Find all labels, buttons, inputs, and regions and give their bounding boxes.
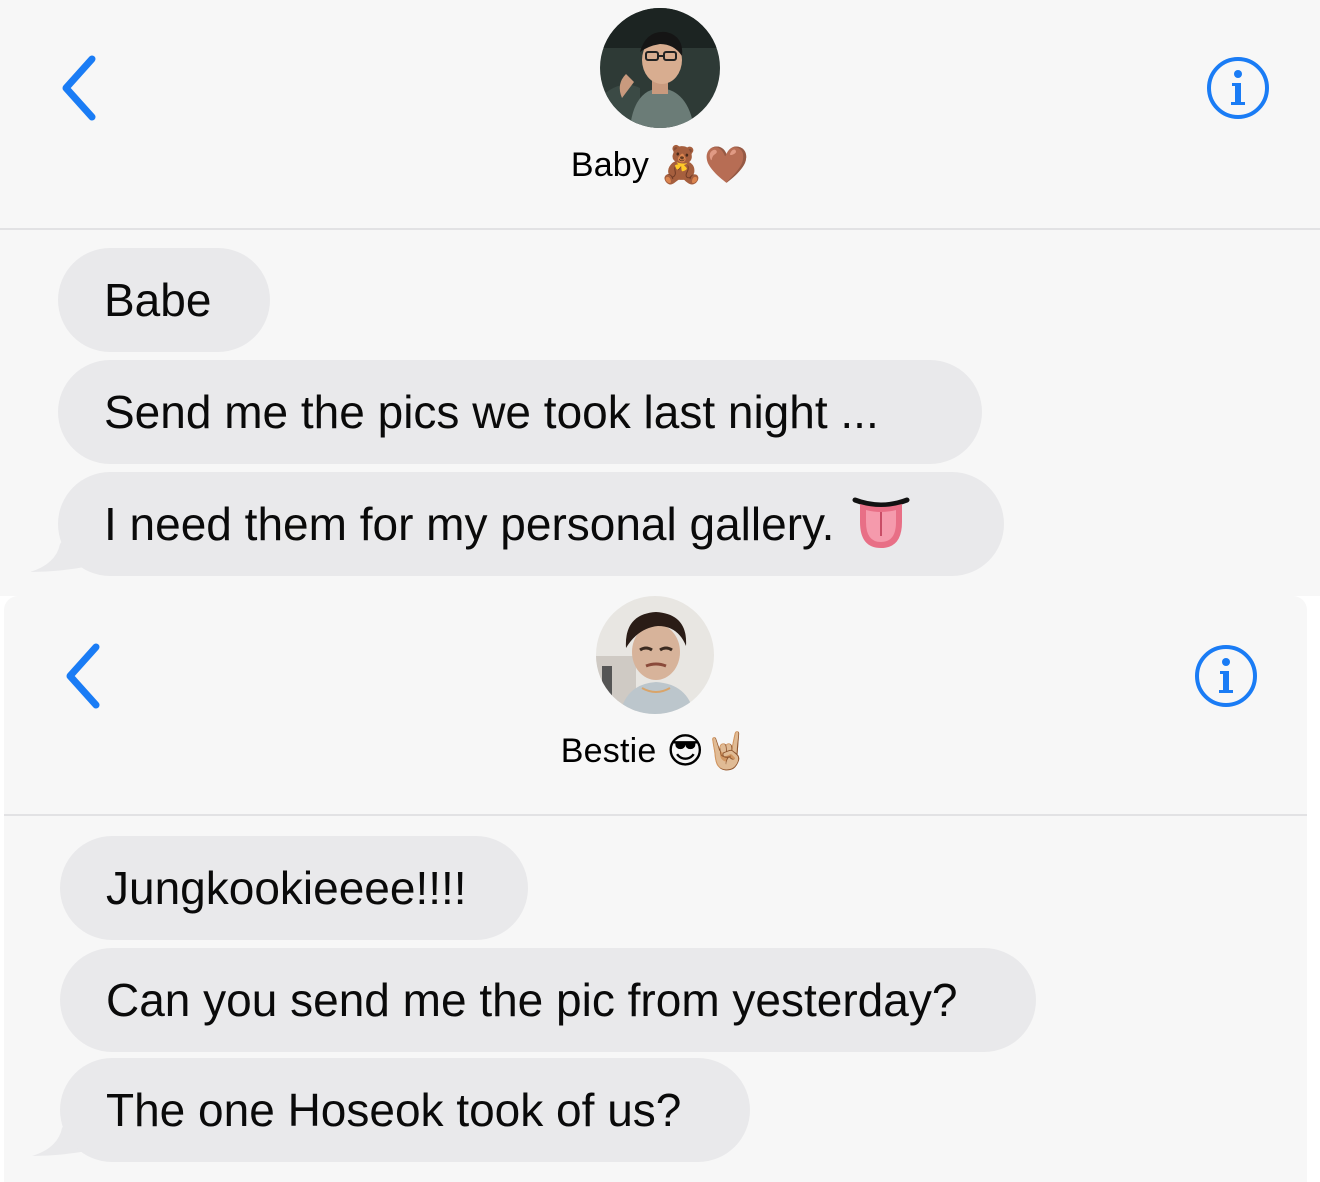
tongue-emoji (852, 496, 910, 552)
message-bubble[interactable]: Babe (58, 248, 270, 352)
info-button[interactable] (1194, 644, 1258, 708)
message-bubble[interactable]: Send me the pics we took last night ... (58, 360, 982, 464)
chevron-left-icon (62, 55, 96, 121)
contact-avatar[interactable] (596, 596, 714, 714)
message-bubble[interactable]: Jungkookieeee!!!! (60, 836, 528, 940)
message-text: The one Hoseok took of us? (106, 1084, 682, 1136)
back-button[interactable] (48, 48, 108, 128)
back-button[interactable] (52, 636, 112, 716)
conversation-panel-baby: Baby 🧸🤎 Babe Send me the pics we took la… (0, 0, 1320, 596)
message-text: Can you send me the pic from yesterday? (106, 974, 958, 1026)
tongue-face-icon (852, 497, 910, 548)
contact-avatar[interactable] (600, 8, 720, 128)
message-text: Babe (104, 274, 212, 326)
contact-name[interactable]: Bestie 😎🤘🏼 (524, 726, 786, 776)
contact-name-text: Bestie (560, 731, 657, 770)
contact-emoji: 😎🤘🏼 (666, 731, 750, 772)
contact-name[interactable]: Baby 🧸🤎 (540, 140, 780, 190)
message-text: Send me the pics we took last night ... (104, 386, 879, 438)
message-text: Jungkookieeee!!!! (106, 862, 467, 914)
contact-emoji: 🧸🤎 (659, 145, 750, 186)
header-divider (4, 814, 1307, 816)
contact-name-text: Baby (570, 145, 650, 184)
message-bubble[interactable]: I need them for my personal gallery. (58, 472, 1004, 576)
avatar-photo (600, 8, 720, 128)
chevron-left-icon (66, 643, 100, 709)
info-circle-icon (1195, 645, 1257, 707)
avatar-photo (596, 596, 714, 714)
info-circle-icon (1207, 57, 1269, 119)
header-divider (0, 228, 1320, 230)
conversation-panel-bestie: Bestie 😎🤘🏼 Jungkookieeee!!!! Can you sen… (4, 596, 1307, 1182)
message-bubble[interactable]: The one Hoseok took of us? (60, 1058, 750, 1162)
message-text: I need them for my personal gallery. (104, 498, 835, 550)
message-bubble[interactable]: Can you send me the pic from yesterday? (60, 948, 1036, 1052)
info-button[interactable] (1206, 56, 1270, 120)
